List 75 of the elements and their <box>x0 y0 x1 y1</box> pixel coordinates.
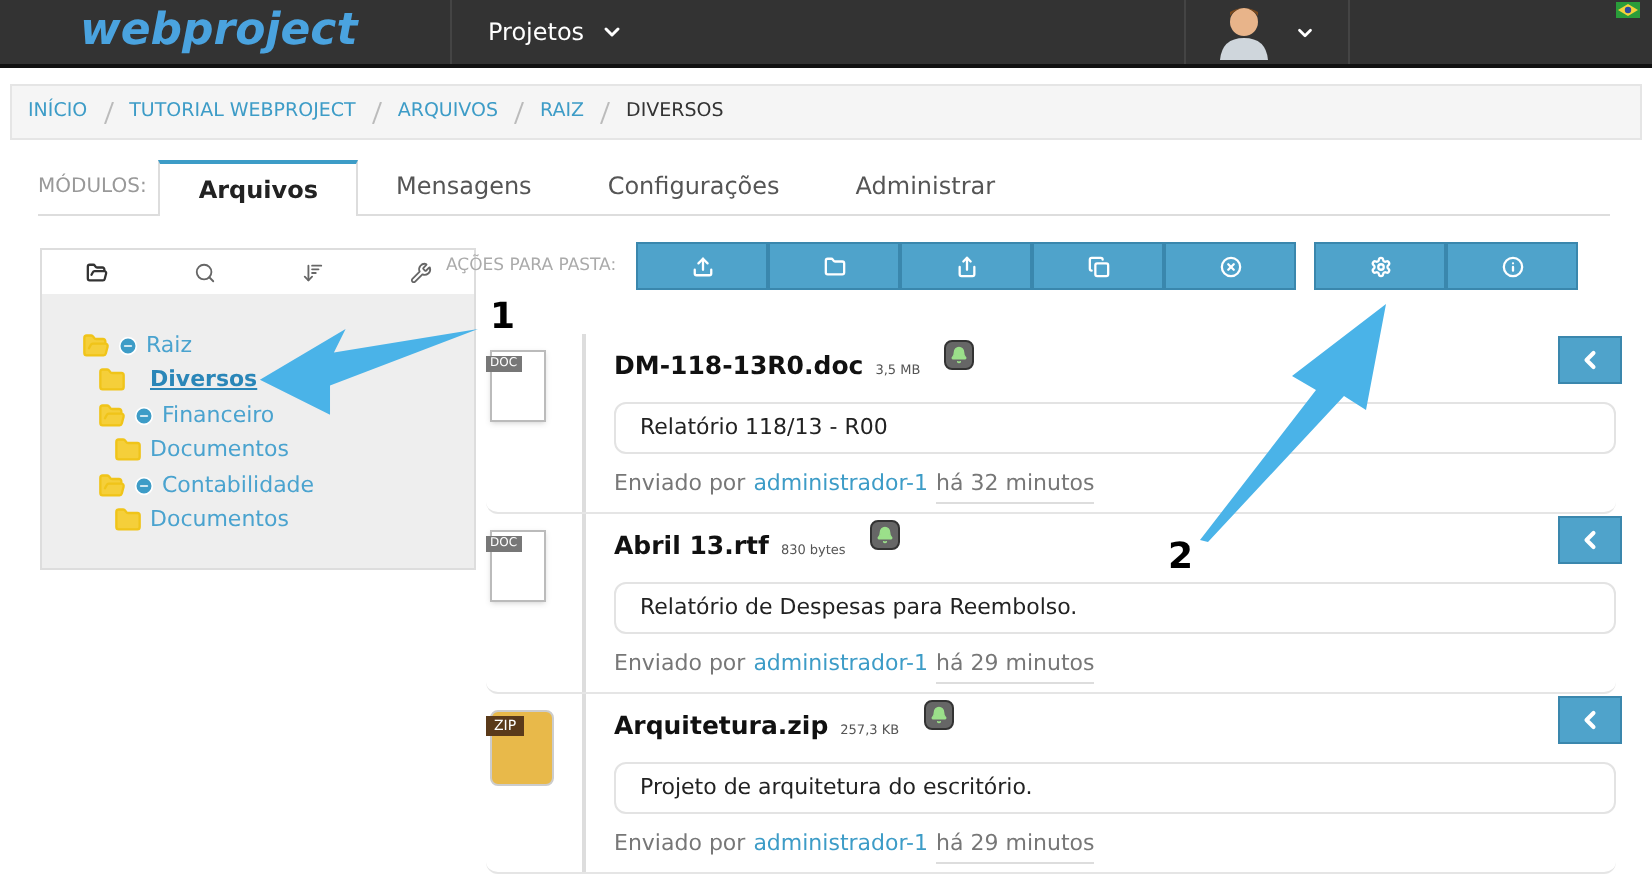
expand-button[interactable] <box>1558 336 1622 384</box>
sent-by-text: Enviado por <box>614 468 746 500</box>
copy-icon <box>1087 255 1109 277</box>
settings-button[interactable] <box>1314 242 1446 290</box>
folder-icon <box>114 506 142 535</box>
sort-icon <box>301 261 323 283</box>
breadcrumb-link[interactable]: TUTORIAL WEBPROJECT <box>129 97 356 127</box>
tree-item[interactable]: Raiz <box>146 329 192 362</box>
share-icon <box>955 255 977 277</box>
folder-actions-label: AÇÕES PARA PASTA: <box>446 253 619 279</box>
callout-number: 1 <box>490 294 516 342</box>
search-icon <box>193 261 215 283</box>
bell-icon <box>875 526 894 544</box>
time-text: há 29 minutos <box>936 828 1095 863</box>
time-text: há 29 minutos <box>936 648 1095 683</box>
module-tab[interactable]: Mensagens <box>358 158 570 214</box>
folder-icon <box>823 255 845 277</box>
tree-item[interactable]: Diversos <box>150 364 258 397</box>
breadcrumb-link[interactable]: ARQUIVOS <box>397 97 499 127</box>
upload-button[interactable] <box>636 242 768 290</box>
module-tab[interactable]: Administrar <box>817 158 1034 214</box>
sent-by-text: Enviado por <box>614 648 746 680</box>
tree-item[interactable]: Contabilidade <box>162 469 315 502</box>
user-link[interactable]: administrador-1 <box>753 468 929 503</box>
settings-icon <box>1369 255 1391 277</box>
file-name[interactable]: DM-118-13R0.doc <box>614 348 864 386</box>
collapse-icon[interactable] <box>134 405 154 426</box>
expand-button[interactable] <box>1558 696 1622 744</box>
breadcrumb-separator-icon <box>103 101 114 123</box>
delete-button[interactable] <box>1164 242 1296 290</box>
notification-button[interactable] <box>923 700 954 730</box>
callout-number: 2 <box>1168 534 1194 582</box>
file-name[interactable]: Abril 13.rtf <box>614 528 769 566</box>
folder-button[interactable] <box>768 242 900 290</box>
sidebar-tab[interactable] <box>42 250 150 294</box>
folder-icon <box>98 366 126 395</box>
file-name[interactable]: Arquitetura.zip <box>614 708 829 746</box>
modules-label: MÓDULOS: <box>38 172 147 202</box>
breadcrumb-link[interactable]: RAIZ <box>540 97 585 127</box>
copy-button[interactable] <box>1032 242 1164 290</box>
module-tab[interactable]: Arquivos <box>158 160 358 216</box>
sent-by-text: Enviado por <box>614 828 746 860</box>
avatar-icon[interactable] <box>1218 4 1270 60</box>
collapse-icon[interactable] <box>118 335 138 356</box>
info-button[interactable] <box>1446 242 1578 290</box>
notification-button[interactable] <box>869 520 900 550</box>
description-field: Relatório 118/13 - R00 <box>614 402 1616 454</box>
breadcrumb-separator-icon <box>514 101 525 123</box>
notification-button[interactable] <box>944 340 975 370</box>
expand-button[interactable] <box>1558 516 1622 564</box>
tree-item[interactable]: Documentos <box>150 504 289 537</box>
breadcrumb-separator-icon <box>371 101 382 123</box>
breadcrumb-link[interactable]: INÍCIO <box>28 97 88 127</box>
flag-icon[interactable] <box>1616 2 1640 18</box>
folder-icon <box>85 261 107 283</box>
upload-icon <box>691 255 713 277</box>
logo[interactable]: webproject <box>80 10 358 54</box>
user-link[interactable]: administrador-1 <box>753 648 929 683</box>
collapse-icon[interactable] <box>134 475 154 496</box>
info-icon <box>1501 255 1523 277</box>
wrench-icon <box>409 261 431 283</box>
user-link[interactable]: administrador-1 <box>753 828 929 863</box>
delete-icon <box>1219 255 1241 277</box>
time-text: há 32 minutos <box>936 468 1095 503</box>
projects-menu[interactable]: Projetos <box>488 14 625 50</box>
bell-icon <box>950 346 969 364</box>
description-field: Projeto de arquitetura do escritório. <box>614 762 1616 814</box>
description-field: Relatório de Despesas para Reembolso. <box>614 582 1616 634</box>
bell-icon <box>929 706 948 724</box>
folder-icon <box>114 436 142 465</box>
module-tab[interactable]: Configurações <box>569 158 818 214</box>
share-button[interactable] <box>900 242 1032 290</box>
tree-item[interactable]: Financeiro <box>162 399 275 432</box>
tree-item[interactable]: Documentos <box>150 434 289 467</box>
breadcrumb-separator-icon <box>600 101 611 123</box>
